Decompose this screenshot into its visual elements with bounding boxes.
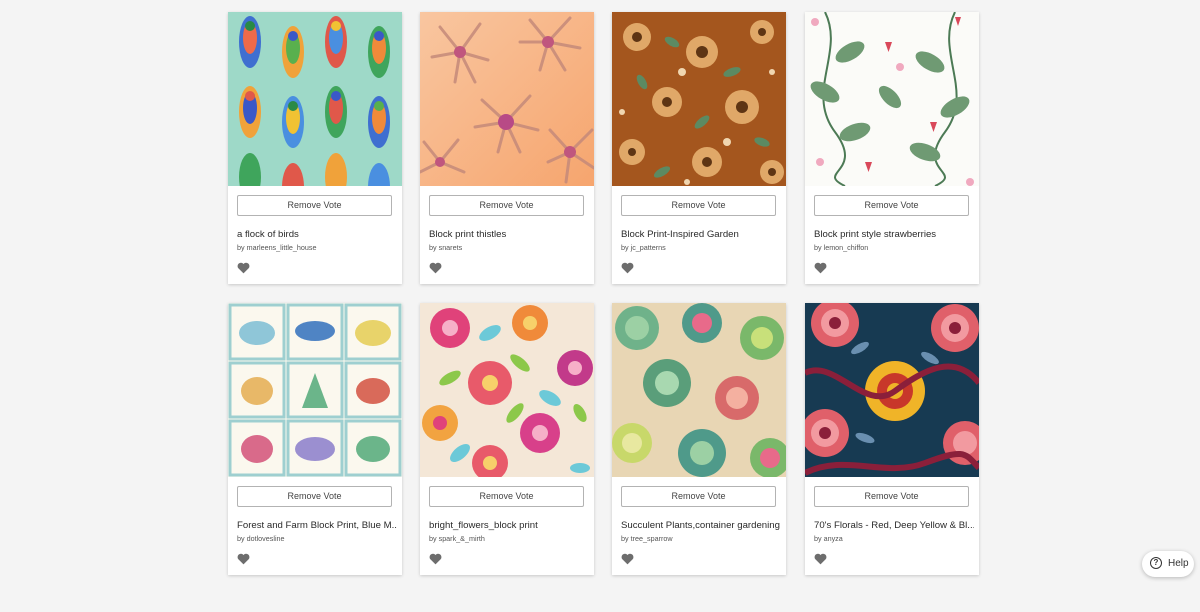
design-thumbnail[interactable] [420, 303, 594, 477]
by-label: by [621, 534, 629, 543]
remove-vote-button[interactable]: Remove Vote [814, 486, 969, 507]
heart-icon[interactable] [237, 262, 250, 274]
design-card: Remove Vote Block print thistles by snar… [420, 12, 594, 284]
design-byline: by anyza [814, 534, 843, 543]
author-link[interactable]: dotlovesline [247, 534, 285, 543]
design-card: Remove Vote bright_flowers_block print b… [420, 303, 594, 575]
remove-vote-button[interactable]: Remove Vote [237, 486, 392, 507]
design-title[interactable]: Forest and Farm Block Print, Blue M... [237, 520, 397, 531]
design-title[interactable]: a flock of birds [237, 229, 397, 240]
design-card: Remove Vote 70's Florals - Red, Deep Yel… [805, 303, 979, 575]
design-thumbnail[interactable] [420, 12, 594, 186]
remove-vote-button[interactable]: Remove Vote [621, 486, 776, 507]
design-thumbnail[interactable] [612, 12, 786, 186]
heart-icon[interactable] [237, 553, 250, 565]
design-card: Remove Vote a flock of birds by marleens… [228, 12, 402, 284]
design-grid: Remove Vote a flock of birds by marleens… [228, 12, 979, 612]
help-button[interactable]: ? Help [1142, 551, 1194, 577]
design-thumbnail[interactable] [228, 12, 402, 186]
design-card: Remove Vote Forest and Farm Block Print,… [228, 303, 402, 575]
design-card: Remove Vote Block Print-Inspired Garden … [612, 12, 786, 284]
remove-vote-button[interactable]: Remove Vote [237, 195, 392, 216]
heart-icon[interactable] [621, 262, 634, 274]
design-title[interactable]: Block print style strawberries [814, 229, 974, 240]
design-title[interactable]: Block print thistles [429, 229, 589, 240]
design-byline: by dotlovesline [237, 534, 285, 543]
design-byline: by snarets [429, 243, 462, 252]
heart-icon[interactable] [814, 262, 827, 274]
heart-icon[interactable] [429, 262, 442, 274]
design-thumbnail[interactable] [228, 303, 402, 477]
author-link[interactable]: jc_patterns [631, 243, 666, 252]
design-title[interactable]: 70's Florals - Red, Deep Yellow & Bl... [814, 520, 974, 531]
design-thumbnail[interactable] [612, 303, 786, 477]
design-byline: by tree_sparrow [621, 534, 673, 543]
author-link[interactable]: anyza [824, 534, 843, 543]
by-label: by [814, 534, 822, 543]
help-circle-icon: ? [1150, 557, 1162, 569]
remove-vote-button[interactable]: Remove Vote [621, 195, 776, 216]
design-byline: by lemon_chiffon [814, 243, 868, 252]
by-label: by [237, 243, 245, 252]
author-link[interactable]: tree_sparrow [631, 534, 673, 543]
by-label: by [429, 243, 437, 252]
remove-vote-button[interactable]: Remove Vote [429, 486, 584, 507]
heart-icon[interactable] [429, 553, 442, 565]
heart-icon[interactable] [814, 553, 827, 565]
by-label: by [237, 534, 245, 543]
help-label: Help [1168, 558, 1189, 569]
design-title[interactable]: Block Print-Inspired Garden [621, 229, 781, 240]
design-byline: by spark_&_mirth [429, 534, 485, 543]
design-card: Remove Vote Succulent Plants,container g… [612, 303, 786, 575]
author-link[interactable]: marleens_little_house [247, 243, 317, 252]
remove-vote-button[interactable]: Remove Vote [814, 195, 969, 216]
design-byline: by jc_patterns [621, 243, 666, 252]
design-title[interactable]: bright_flowers_block print [429, 520, 589, 531]
remove-vote-button[interactable]: Remove Vote [429, 195, 584, 216]
author-link[interactable]: snarets [439, 243, 463, 252]
design-thumbnail[interactable] [805, 12, 979, 186]
by-label: by [814, 243, 822, 252]
by-label: by [429, 534, 437, 543]
by-label: by [621, 243, 629, 252]
design-card: Remove Vote Block print style strawberri… [805, 12, 979, 284]
design-title[interactable]: Succulent Plants,container gardening [621, 520, 781, 531]
author-link[interactable]: spark_&_mirth [439, 534, 485, 543]
heart-icon[interactable] [621, 553, 634, 565]
design-byline: by marleens_little_house [237, 243, 317, 252]
author-link[interactable]: lemon_chiffon [824, 243, 869, 252]
design-thumbnail[interactable] [805, 303, 979, 477]
